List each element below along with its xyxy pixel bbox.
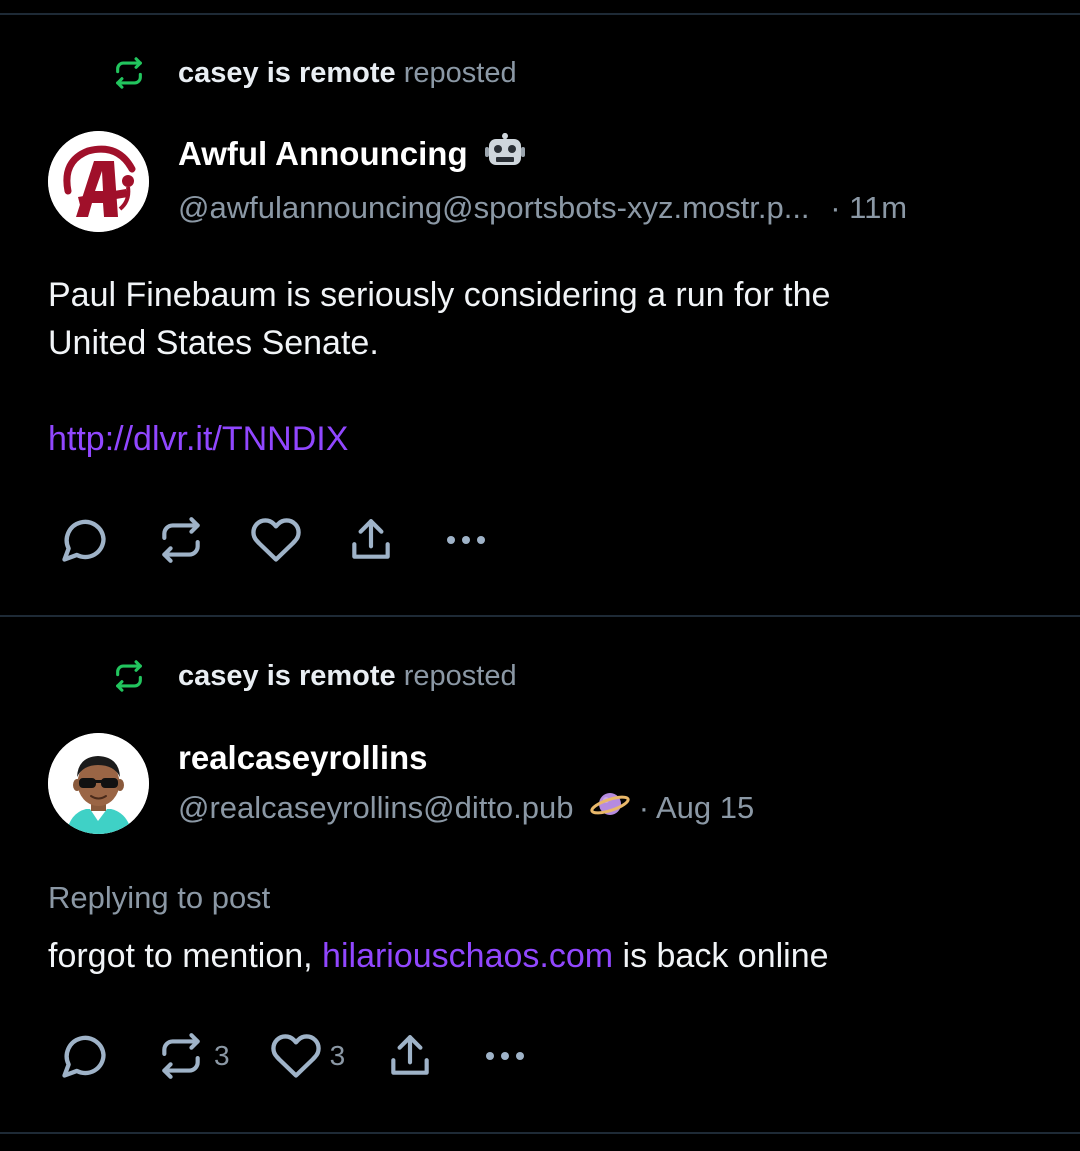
top-divider [0, 13, 1080, 15]
more-button[interactable] [481, 1028, 529, 1084]
bottom-divider [0, 1132, 1080, 1134]
post-content: Paul Finebaum is seriously considering a… [48, 271, 1038, 463]
share-button[interactable] [385, 1028, 435, 1084]
author-handle-line: @realcaseyrollins@ditto.pub · Aug 15 [178, 786, 754, 833]
post-divider [0, 615, 1080, 617]
post-content: forgot to mention, hilariouschaos.com is… [48, 932, 1038, 980]
repost-icon [112, 659, 146, 693]
reposter-name[interactable]: casey is remote [178, 57, 396, 89]
more-button[interactable] [442, 512, 490, 568]
author-name-text[interactable]: Awful Announcing [178, 135, 468, 172]
like-count: 3 [329, 1040, 346, 1071]
repost-button[interactable] [156, 512, 206, 568]
post-time[interactable]: · Aug 15 [639, 790, 754, 825]
share-button[interactable] [346, 512, 396, 568]
avatar[interactable] [48, 131, 149, 232]
heart-icon [270, 1034, 321, 1078]
repost-verb: reposted [403, 660, 517, 692]
more-icon [447, 536, 485, 544]
author-display-name[interactable]: Awful Announcing [178, 132, 907, 180]
like-button[interactable]: 3 [270, 1028, 346, 1084]
post-text-line: United States Senate. [48, 324, 379, 362]
post-time[interactable]: · 11m [830, 190, 907, 225]
comment-icon [62, 1035, 106, 1078]
replying-to-hint[interactable]: Replying to post [48, 878, 270, 918]
author-block: realcaseyrollins @realcaseyrollins@ditto… [178, 736, 754, 833]
ringed-planet-icon [590, 787, 630, 833]
avatar[interactable] [48, 733, 149, 834]
more-icon [486, 1052, 525, 1060]
like-button[interactable] [250, 512, 302, 568]
post-text: is back online [613, 937, 829, 975]
repost-header: casey is remote reposted [112, 656, 517, 696]
repost-count: 3 [214, 1040, 230, 1071]
author-handle-line: @awfulannouncing@sportsbots-xyz.mostr.p.… [178, 186, 907, 230]
share-icon [391, 1035, 429, 1075]
reposter-name[interactable]: casey is remote [178, 660, 396, 692]
repost-button[interactable]: 3 [156, 1028, 230, 1084]
repost-icon [162, 1033, 200, 1079]
author-handle[interactable]: @awfulannouncing@sportsbots-xyz.mostr.p.… [178, 190, 810, 225]
repost-icon [112, 56, 146, 90]
repost-verb: reposted [403, 57, 517, 89]
post-text: forgot to mention, [48, 937, 323, 975]
reply-button[interactable] [58, 1028, 110, 1084]
post-text-line: Paul Finebaum is seriously considering a… [48, 276, 831, 314]
share-icon [352, 519, 390, 559]
author-handle[interactable]: @realcaseyrollins@ditto.pub [178, 790, 574, 825]
repost-icon [162, 517, 200, 563]
post-link[interactable]: http://dlvr.it/TNNDIX [48, 420, 348, 458]
post-actions: 3 3 [58, 1028, 529, 1084]
comment-icon [62, 519, 106, 562]
reply-button[interactable] [58, 512, 110, 568]
author-block: Awful Announcing @awfulannouncing@sports… [178, 132, 907, 230]
heart-icon [251, 518, 301, 562]
post-actions [58, 512, 490, 568]
post-inline-link[interactable]: hilariouschaos.com [322, 937, 613, 975]
author-display-name[interactable]: realcaseyrollins [178, 736, 754, 780]
repost-header: casey is remote reposted [112, 53, 517, 93]
robot-icon [484, 132, 525, 180]
